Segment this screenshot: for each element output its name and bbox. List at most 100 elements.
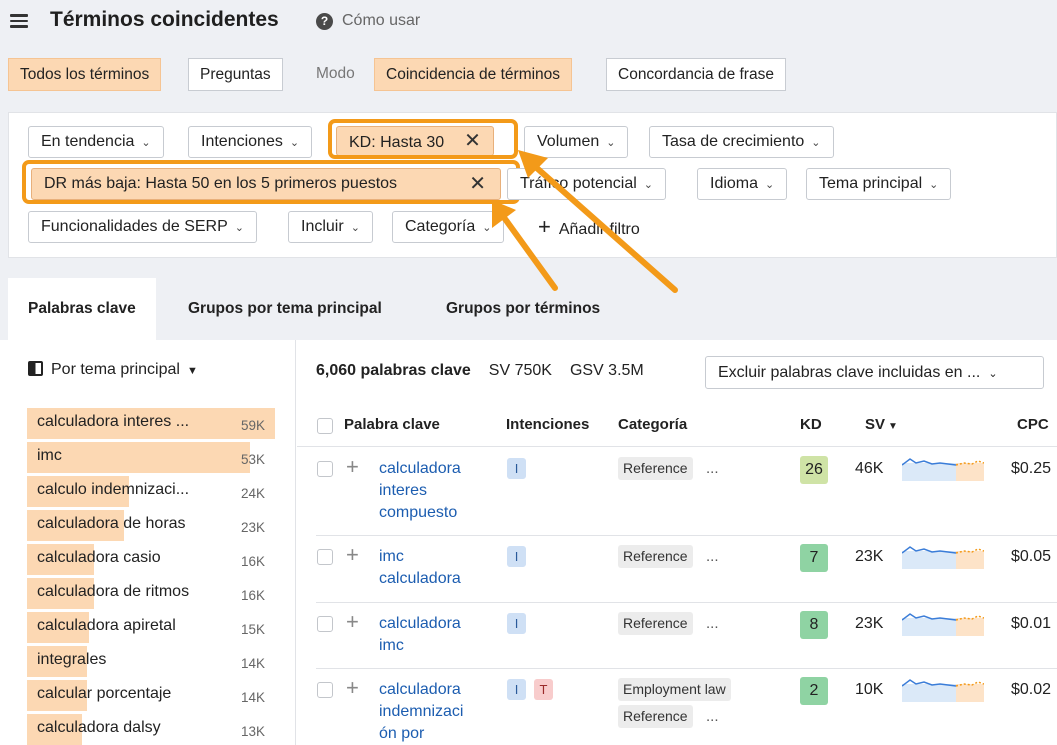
chevron-down-icon: ⌄	[141, 137, 151, 149]
exclude-dropdown[interactable]: Excluir palabras clave incluidas en ... ⌄	[705, 356, 1044, 389]
keyword-line: imc	[379, 637, 404, 654]
header-category[interactable]: Categoría	[618, 416, 687, 433]
sv-value: 10K	[855, 681, 884, 698]
tab-parent-topic-groups[interactable]: Grupos por tema principal	[168, 278, 402, 340]
filter-potential-traffic[interactable]: Tráfico potencial ⌄	[507, 168, 667, 200]
topic-label: calculo indemnizaci...	[37, 481, 190, 498]
sidebar-topic-item[interactable]: calculadora interes ... 59K	[27, 408, 275, 439]
select-all-checkbox[interactable]	[317, 418, 333, 434]
mode-label: Modo	[316, 65, 355, 82]
page-title: Términos coincidentes	[50, 8, 279, 31]
category-tag: Reference	[618, 705, 693, 728]
book-icon	[28, 361, 43, 376]
header-intents[interactable]: Intenciones	[506, 416, 589, 433]
chevron-down-icon: ⌄	[606, 137, 616, 149]
gsv-total: GSV 3.5M	[569, 362, 644, 379]
row-checkbox[interactable]	[317, 682, 333, 698]
topic-label: calculadora de ritmos	[37, 583, 190, 600]
sidebar-topic-item[interactable]: calculadora apiretal 15K	[27, 612, 275, 643]
kd-badge: 2	[800, 677, 828, 705]
filter-language[interactable]: Idioma ⌄	[697, 168, 788, 200]
category-tag: Reference	[618, 457, 693, 480]
menu-icon[interactable]	[10, 11, 28, 31]
topic-count: 15K	[240, 622, 265, 637]
add-filter-button[interactable]: + Añadir filtro	[538, 214, 640, 243]
category-tag: Employment law	[618, 678, 731, 701]
filter-trending[interactable]: En tendencia ⌄	[28, 126, 164, 158]
topic-label: imc	[37, 447, 62, 464]
row-divider	[316, 535, 1057, 536]
chevron-down-icon: ⌄	[643, 179, 654, 191]
plus-icon[interactable]: +	[346, 677, 359, 699]
keyword-line: calculadora	[379, 570, 461, 587]
header-kd[interactable]: KD	[800, 416, 822, 433]
filter-include[interactable]: Incluir ⌄	[288, 211, 373, 243]
header-sv[interactable]: SV ▼	[865, 416, 898, 433]
sidebar-heading[interactable]: Por tema principal ▼	[28, 361, 198, 379]
sort-desc-icon: ▼	[888, 421, 898, 432]
row-checkbox[interactable]	[317, 461, 333, 477]
keyword-link[interactable]: calculadora interes compuesto	[379, 458, 489, 524]
more-categories[interactable]: ...	[706, 708, 719, 725]
kd-badge: 26	[800, 456, 828, 484]
sv-value: 23K	[855, 548, 884, 565]
header-keyword[interactable]: Palabra clave	[344, 416, 440, 433]
keyword-line: interes	[379, 482, 428, 499]
sidebar-topic-item[interactable]: calcular porcentaje 14K	[27, 680, 275, 711]
highlight-box	[328, 119, 518, 159]
more-categories[interactable]: ...	[706, 460, 719, 477]
more-categories[interactable]: ...	[706, 615, 719, 632]
chevron-down-icon: ⌄	[482, 222, 492, 234]
keyword-link[interactable]: calculadora imc	[379, 613, 489, 657]
sv-value: 46K	[855, 460, 884, 477]
help-link[interactable]: Cómo usar	[342, 12, 420, 30]
row-divider	[316, 668, 1057, 669]
tab-questions[interactable]: Preguntas	[188, 58, 283, 91]
sidebar-topic-item[interactable]: calculadora dalsy 13K	[27, 714, 275, 745]
intent-badge: I	[507, 458, 526, 479]
sidebar-topic-item[interactable]: imc 53K	[27, 442, 275, 473]
sv-header-label: SV	[865, 416, 886, 433]
cpc-value: $0.02	[1010, 681, 1051, 698]
sidebar-topic-item[interactable]: calculadora de horas 23K	[27, 510, 275, 541]
filter-parent-topic[interactable]: Tema principal ⌄	[806, 168, 952, 200]
plus-icon[interactable]: +	[346, 611, 359, 633]
filter-category[interactable]: Categoría ⌄	[392, 211, 505, 243]
sidebar-topic-item[interactable]: calculo indemnizaci... 24K	[27, 476, 275, 507]
filter-intents[interactable]: Intenciones ⌄	[188, 126, 313, 158]
more-categories[interactable]: ...	[706, 548, 719, 565]
sidebar-topic-item[interactable]: calculadora de ritmos 16K	[27, 578, 275, 609]
kd-badge: 7	[800, 544, 828, 572]
filter-serp-features[interactable]: Funcionalidades de SERP ⌄	[28, 211, 257, 243]
keyword-count: 6,060 palabras clave	[316, 362, 471, 379]
sv-trend-sparkline	[902, 546, 984, 569]
filter-label: En tendencia	[41, 133, 135, 150]
sidebar-topic-item[interactable]: calculadora casio 16K	[27, 544, 275, 575]
kd-badge: 8	[800, 611, 828, 639]
plus-icon[interactable]: +	[346, 456, 359, 478]
intent-badge: I	[507, 546, 526, 567]
mode-phrase-match[interactable]: Concordancia de frase	[606, 58, 786, 91]
row-divider	[316, 602, 1057, 603]
add-filter-label: Añadir filtro	[558, 221, 640, 238]
filter-growth-rate[interactable]: Tasa de crecimiento ⌄	[649, 126, 834, 158]
help-icon[interactable]: ?	[316, 13, 333, 30]
tab-keywords[interactable]: Palabras clave	[8, 278, 156, 340]
mode-term-match[interactable]: Coincidencia de términos	[374, 58, 573, 91]
sidebar-topic-item[interactable]: integrales 14K	[27, 646, 275, 677]
sv-value: 23K	[855, 615, 884, 632]
tab-all-terms[interactable]: Todos los términos	[8, 58, 162, 91]
row-checkbox[interactable]	[317, 616, 333, 632]
keyword-link[interactable]: imc calculadora	[379, 546, 489, 590]
row-checkbox[interactable]	[317, 549, 333, 565]
header-cpc[interactable]: CPC	[1017, 416, 1049, 433]
plus-icon[interactable]: +	[346, 544, 359, 566]
chevron-down-icon: ⌄	[929, 179, 939, 191]
topic-label: calculadora interes ...	[37, 413, 190, 430]
topic-label: calculadora casio	[37, 549, 161, 566]
keyword-link[interactable]: calculadora indemnizaci ón por	[379, 679, 489, 745]
tab-term-groups[interactable]: Grupos por términos	[426, 278, 620, 340]
filter-label: Intenciones	[201, 133, 283, 150]
filter-volume[interactable]: Volumen ⌄	[524, 126, 629, 158]
filter-label: Tema principal	[819, 175, 923, 192]
